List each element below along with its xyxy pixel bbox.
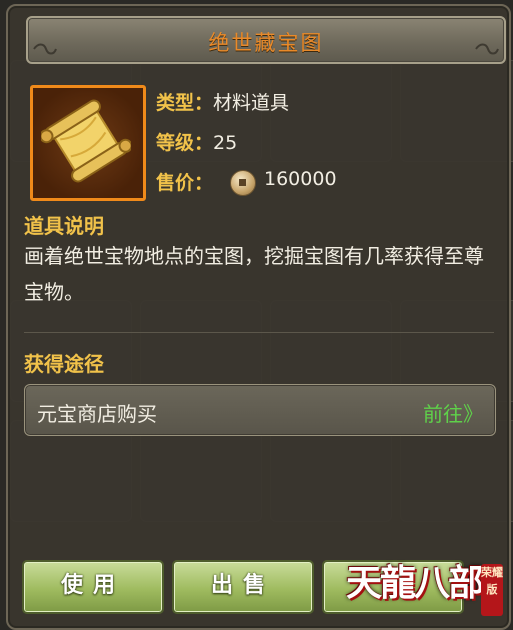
item-icon-frame: [30, 85, 146, 201]
acquire-source-row[interactable]: 元宝商店购买 前往》: [24, 384, 496, 436]
item-type-row: 类型：材料道具: [156, 88, 289, 115]
logo-seal: 荣耀版: [481, 564, 503, 616]
description-heading: 道具说明: [24, 214, 104, 238]
item-price-row: 售价：: [156, 168, 213, 195]
go-link[interactable]: 前往》: [423, 398, 483, 427]
level-label: 等级：: [156, 132, 214, 154]
acquire-source-label: 元宝商店购买: [37, 402, 157, 426]
sell-button[interactable]: 出售: [172, 560, 314, 614]
item-level-row: 等级：25: [156, 128, 237, 155]
price-label: 售价：: [156, 172, 214, 194]
treasure-map-scroll-icon: [41, 99, 131, 183]
type-value: 材料道具: [213, 92, 290, 114]
level-value: 25: [213, 132, 238, 154]
logo-seal-text: 荣耀版: [481, 566, 503, 596]
copper-coin-icon: [230, 170, 256, 196]
dialog-title: 绝世藏宝图: [208, 31, 324, 55]
ornament-icon: [475, 43, 499, 55]
price-value: 160000: [264, 168, 337, 190]
logo-text: 天龍八部: [346, 562, 484, 604]
divider: [24, 332, 494, 333]
title-bar: 绝世藏宝图: [26, 16, 506, 64]
acquire-heading: 获得途径: [24, 352, 104, 376]
description-text: 画着绝世宝物地点的宝图，挖掘宝图有几率获得至尊宝物。: [24, 244, 484, 304]
type-label: 类型：: [156, 92, 214, 114]
game-logo: 天龍八部 荣耀版: [338, 524, 513, 630]
use-button[interactable]: 使用: [22, 560, 164, 614]
